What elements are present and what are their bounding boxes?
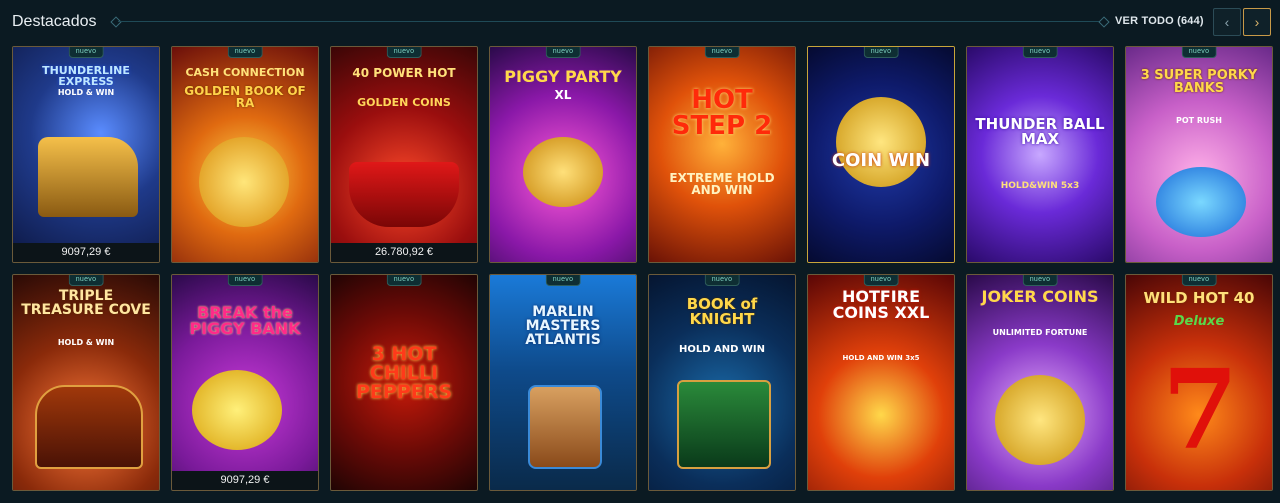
game-title: 40 POWER HOT [352,66,456,80]
jackpot-amount: 9097,29 € [13,243,159,262]
header-divider [118,21,1104,22]
new-badge: nuevo [545,275,581,286]
game-card-triple-treasure-cove[interactable]: nuevo TRIPLE TREASURE COVE HOLD & WIN [12,274,160,491]
book-illustration [677,380,771,469]
divider-diamond-right [1098,16,1110,28]
game-art [967,47,1113,262]
piggy-illustration [1156,167,1246,237]
game-art [649,47,795,262]
section-title: Destacados [12,13,97,30]
jackpot-amount: 26.780,92 € [331,243,477,262]
new-badge: nuevo [227,47,263,58]
game-title: TRIPLE TREASURE COVE [21,288,151,318]
poseidon-illustration [528,385,602,469]
pot-illustration [349,162,459,227]
chevron-right-icon: › [1254,14,1260,30]
new-badge: nuevo [1022,275,1058,286]
game-subtitle: EXTREME HOLD AND WIN [669,171,775,197]
game-card-marlin-masters-atlantis[interactable]: nuevo MARLIN MASTERS ATLANTIS [489,274,637,491]
game-subtitle: XL [554,88,572,102]
new-badge: nuevo [704,47,740,58]
train-illustration [38,137,138,217]
game-card-hot-step-2[interactable]: nuevo HOT STEP 2 EXTREME HOLD AND WIN [648,46,796,263]
new-badge: nuevo [704,275,740,286]
game-subtitle: HOLD&WIN 5x3 [1000,181,1080,191]
new-badge: nuevo [227,275,263,286]
new-badge: nuevo [545,47,581,58]
game-title: CASH CONNECTION [185,66,305,79]
seven-symbol: 7 [1162,345,1239,474]
game-title: PIGGY PARTY [504,67,622,86]
game-subtitle: Deluxe [1173,314,1225,329]
game-subtitle: GOLDEN COINS [357,96,451,109]
new-badge: nuevo [1022,47,1058,58]
game-subtitle: UNLIMITED FORTUNE [992,328,1088,337]
game-subtitle: HOLD & WIN [57,88,115,97]
game-subtitle: GOLDEN BOOK OF RA [184,84,306,110]
coin-illustration [995,375,1085,465]
piggy-illustration [192,370,282,450]
new-badge: nuevo [68,275,104,286]
game-card-golden-book-of-ra[interactable]: nuevo CASH CONNECTION GOLDEN BOOK OF RA [171,46,319,263]
game-subtitle: HOLD & WIN [57,338,115,347]
game-card-coin-win[interactable]: nuevo COIN WIN [807,46,955,263]
game-title: JOKER COINS [981,287,1099,306]
see-all-link[interactable]: VER TODO (644) [1115,15,1204,27]
game-title: WILD HOT 40 [1143,289,1255,307]
game-card-joker-coins[interactable]: nuevo JOKER COINS UNLIMITED FORTUNE [966,274,1114,491]
game-title: MARLIN MASTERS ATLANTIS [525,304,601,348]
coin-illustration [836,97,926,187]
game-card-break-the-piggy-bank[interactable]: nuevo BREAK the PIGGY BANK 9097,29 € [171,274,319,491]
game-card-thunderline-express[interactable]: nuevo THUNDERLINE EXPRESS HOLD & WIN 909… [12,46,160,263]
game-title: COIN WIN [831,150,931,171]
next-page-button[interactable]: › [1243,8,1271,36]
game-title: HOT STEP 2 [671,85,773,141]
new-badge: nuevo [863,275,899,286]
game-subtitle: HOLD AND WIN 3x5 [842,354,920,362]
coin-illustration [199,137,289,227]
game-card-3-hot-chilli-peppers[interactable]: nuevo 3 HOT CHILLI PEPPERS [330,274,478,491]
game-card-piggy-party[interactable]: nuevo PIGGY PARTY XL [489,46,637,263]
chevron-left-icon: ‹ [1224,14,1230,30]
game-card-book-of-knight[interactable]: nuevo BOOK of KNIGHT HOLD AND WIN [648,274,796,491]
game-card-3-super-porky-banks[interactable]: nuevo 3 SUPER PORKY BANKS POT RUSH [1125,46,1273,263]
new-badge: nuevo [386,275,422,286]
new-badge: nuevo [1181,275,1217,286]
game-title: 3 HOT CHILLI PEPPERS [355,343,453,403]
new-badge: nuevo [863,47,899,58]
game-card-thunder-ball-max[interactable]: nuevo THUNDER BALL MAX HOLD&WIN 5x3 [966,46,1114,263]
game-title: 3 SUPER PORKY BANKS [1140,68,1258,96]
game-subtitle: HOLD AND WIN [678,344,766,355]
game-card-40-power-hot[interactable]: nuevo 40 POWER HOT GOLDEN COINS 26.780,9… [330,46,478,263]
game-title: THUNDER BALL MAX [975,115,1105,148]
game-title: BREAK the PIGGY BANK [189,303,301,338]
game-title: HOTFIRE COINS XXL [832,287,930,322]
game-card-hotfire-coins-xxl[interactable]: nuevo HOTFIRE COINS XXL HOLD AND WIN 3x5 [807,274,955,491]
divider-diamond-left [110,16,122,28]
prev-page-button[interactable]: ‹ [1213,8,1241,36]
new-badge: nuevo [68,47,104,58]
game-title: THUNDERLINE EXPRESS [42,64,130,88]
game-title: BOOK of KNIGHT [686,295,758,328]
chest-illustration [35,385,143,469]
jackpot-amount: 9097,29 € [172,471,318,490]
game-card-wild-hot-40[interactable]: nuevo WILD HOT 40 Deluxe 7 [1125,274,1273,491]
game-subtitle: POT RUSH [1175,116,1223,125]
section-header: Destacados VER TODO (644) ‹ › [0,0,1280,46]
new-badge: nuevo [1181,47,1217,58]
new-badge: nuevo [386,47,422,58]
piggy-illustration [523,137,603,207]
